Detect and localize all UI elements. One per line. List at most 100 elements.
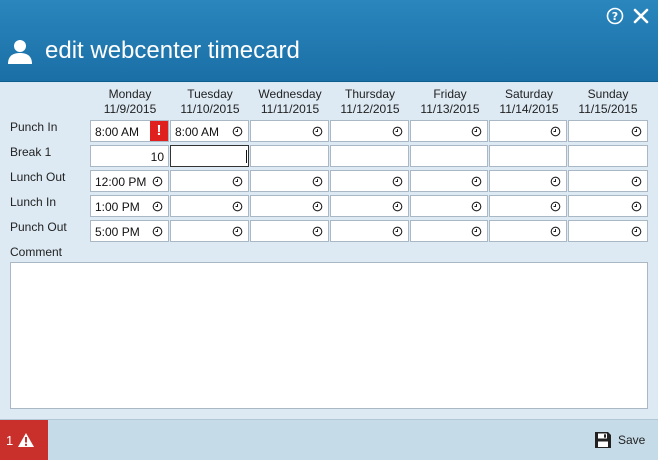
clock-icon[interactable] (152, 201, 163, 212)
page-title: edit webcenter timecard (45, 37, 300, 64)
user-icon (8, 40, 32, 64)
day-name: Saturday (504, 87, 554, 101)
clock-icon[interactable] (232, 126, 243, 137)
timecard-form: Monday 11/9/2015 Tuesday 11/10/2015 Wedn… (0, 83, 658, 419)
punch-out-friday-field[interactable] (410, 220, 488, 242)
clock-icon[interactable] (550, 201, 561, 212)
clock-icon[interactable] (392, 176, 403, 187)
punch-in-thursday-field[interactable] (330, 120, 409, 142)
clock-icon[interactable] (312, 126, 323, 137)
lunch-out-friday-field[interactable] (410, 170, 488, 192)
break-1-monday-field[interactable]: 10 (90, 145, 169, 167)
row-label-lunch-in: Lunch In (10, 195, 57, 209)
lunch-out-wednesday-field[interactable] (250, 170, 329, 192)
clock-icon[interactable] (550, 176, 561, 187)
punch-out-saturday-field[interactable] (489, 220, 567, 242)
warning-icon (18, 433, 34, 447)
alert-count: 1 (6, 433, 14, 448)
lunch-out-saturday-field[interactable] (489, 170, 567, 192)
lunch-out-monday-field[interactable]: 12:00 PM (90, 170, 169, 192)
clock-icon[interactable] (312, 226, 323, 237)
punch-in-tuesday-field[interactable]: 8:00 AM (170, 120, 249, 142)
clock-icon[interactable] (392, 201, 403, 212)
clock-icon[interactable] (152, 176, 163, 187)
clock-icon[interactable] (232, 176, 243, 187)
row-label-punch-in: Punch In (10, 120, 58, 134)
break-1-tuesday-field[interactable] (170, 145, 249, 167)
error-icon[interactable]: ! (150, 121, 168, 141)
clock-icon[interactable] (312, 176, 323, 187)
punch-in-monday-field[interactable]: 8:00 AM ! (90, 120, 169, 142)
time-value: 5:00 PM (95, 225, 140, 239)
punch-in-friday-field[interactable] (410, 120, 488, 142)
lunch-in-thursday-field[interactable] (330, 195, 409, 217)
clock-icon[interactable] (392, 126, 403, 137)
day-name: Monday (108, 87, 152, 101)
clock-icon[interactable] (631, 226, 642, 237)
time-value: 12:00 PM (95, 175, 147, 189)
day-header-friday: Friday 11/13/2015 (410, 87, 490, 117)
lunch-in-monday-field[interactable]: 1:00 PM (90, 195, 169, 217)
time-value: 8:00 AM (95, 125, 140, 139)
day-date: 11/10/2015 (180, 102, 240, 116)
break-1-friday-field[interactable] (410, 145, 488, 167)
comment-textarea[interactable] (10, 262, 648, 409)
punch-out-sunday-field[interactable] (568, 220, 648, 242)
day-name: Sunday (587, 87, 629, 101)
break-1-saturday-field[interactable] (489, 145, 567, 167)
day-date: 11/14/2015 (499, 102, 559, 116)
title-bar: edit webcenter timecard ? (0, 0, 658, 82)
lunch-out-sunday-field[interactable] (568, 170, 648, 192)
punch-in-saturday-field[interactable] (489, 120, 567, 142)
day-date: 11/9/2015 (103, 102, 157, 116)
clock-icon[interactable] (232, 226, 243, 237)
text-caret (246, 150, 247, 163)
day-date: 11/11/2015 (260, 102, 320, 116)
lunch-in-tuesday-field[interactable] (170, 195, 249, 217)
punch-out-thursday-field[interactable] (330, 220, 409, 242)
lunch-in-saturday-field[interactable] (489, 195, 567, 217)
punch-in-sunday-field[interactable] (568, 120, 648, 142)
day-date: 11/13/2015 (420, 102, 480, 116)
clock-icon[interactable] (471, 201, 482, 212)
time-value: 1:00 PM (95, 200, 140, 214)
clock-icon[interactable] (471, 126, 482, 137)
alerts-button[interactable]: 1 (0, 420, 48, 460)
lunch-in-friday-field[interactable] (410, 195, 488, 217)
clock-icon[interactable] (550, 226, 561, 237)
punch-out-tuesday-field[interactable] (170, 220, 249, 242)
clock-icon[interactable] (631, 201, 642, 212)
save-label: Save (618, 433, 646, 447)
help-icon[interactable]: ? (606, 7, 624, 25)
footer-bar: 1 Save (0, 419, 658, 460)
lunch-out-thursday-field[interactable] (330, 170, 409, 192)
day-header-saturday: Saturday 11/14/2015 (489, 87, 569, 117)
clock-icon[interactable] (471, 226, 482, 237)
clock-icon[interactable] (631, 176, 642, 187)
clock-icon[interactable] (550, 126, 561, 137)
lunch-out-tuesday-field[interactable] (170, 170, 249, 192)
close-icon[interactable] (632, 7, 650, 25)
day-name: Friday (433, 87, 467, 101)
break-1-wednesday-field[interactable] (250, 145, 329, 167)
lunch-in-wednesday-field[interactable] (250, 195, 329, 217)
clock-icon[interactable] (152, 226, 163, 237)
comment-label: Comment (10, 245, 63, 259)
row-label-lunch-out: Lunch Out (10, 170, 66, 184)
clock-icon[interactable] (631, 126, 642, 137)
clock-icon[interactable] (232, 201, 243, 212)
punch-out-monday-field[interactable]: 5:00 PM (90, 220, 169, 242)
break-1-thursday-field[interactable] (330, 145, 409, 167)
break-value: 10 (150, 150, 164, 164)
floppy-disk-icon (595, 432, 611, 448)
punch-out-wednesday-field[interactable] (250, 220, 329, 242)
day-header-tuesday: Tuesday 11/10/2015 (170, 87, 250, 117)
clock-icon[interactable] (312, 201, 323, 212)
day-date: 11/15/2015 (578, 102, 638, 116)
break-1-sunday-field[interactable] (568, 145, 648, 167)
save-button[interactable]: Save (594, 430, 648, 452)
lunch-in-sunday-field[interactable] (568, 195, 648, 217)
clock-icon[interactable] (392, 226, 403, 237)
clock-icon[interactable] (471, 176, 482, 187)
punch-in-wednesday-field[interactable] (250, 120, 329, 142)
